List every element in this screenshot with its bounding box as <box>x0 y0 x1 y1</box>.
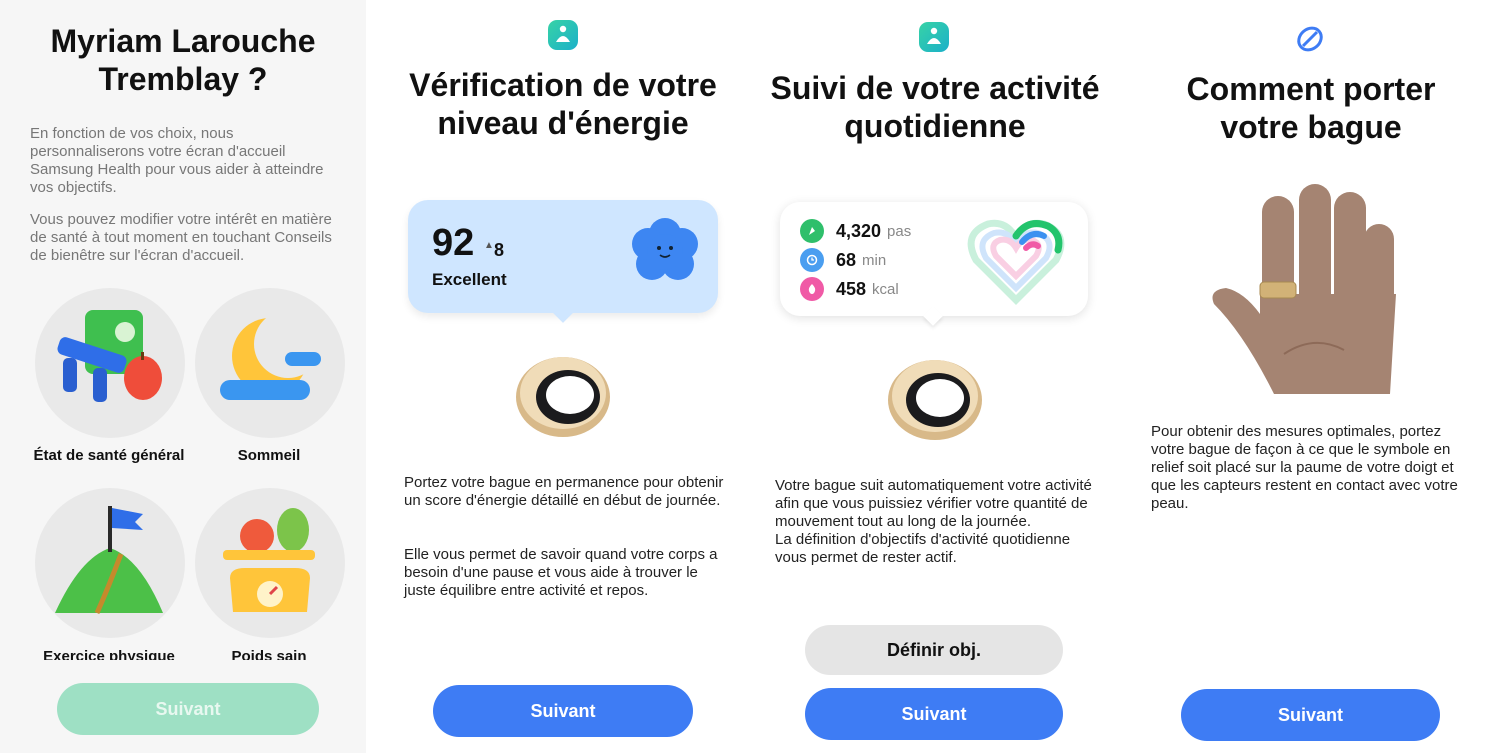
energy-mascot-icon <box>628 214 702 293</box>
page-title: Suivi de votre activité quotidienne <box>770 70 1100 144</box>
ring-image <box>508 345 618 450</box>
set-goal-button[interactable]: Définir obj. <box>805 625 1063 675</box>
stat-calories: 458 kcal <box>800 276 899 302</box>
stat-minutes: 68 min <box>800 247 886 273</box>
clock-icon <box>800 248 824 272</box>
category-label: État de santé général <box>33 447 185 464</box>
minutes-value: 68 <box>836 249 857 270</box>
steps-icon <box>800 219 824 243</box>
minutes-unit: min <box>862 251 887 269</box>
intro-text: En fonction de vos choix, nous personnal… <box>30 125 324 196</box>
next-button[interactable]: Suivant <box>805 688 1063 740</box>
page-title: Vérification de votre niveau d'énergie <box>409 67 717 141</box>
steps-unit: pas <box>887 222 912 240</box>
samsung-health-icon <box>919 22 949 52</box>
description-text-2: Elle vous permet de savoir quand votre c… <box>404 546 718 599</box>
samsung-health-icon <box>548 20 578 50</box>
energy-screen: Vérification de votre niveau d'énergie 9… <box>378 0 748 753</box>
sleep-illustration <box>195 288 345 438</box>
next-button[interactable]: Suivant <box>1181 689 1440 741</box>
stat-steps: 4,320 pas <box>800 218 911 244</box>
calories-value: 458 <box>836 278 867 299</box>
page-title: Myriam Larouche Tremblay ? <box>50 23 316 97</box>
description-text: Votre bague suit automatiquement votre a… <box>775 477 1092 566</box>
page-title: Comment porter votre bague <box>1186 71 1436 145</box>
hand-illustration <box>1204 184 1404 401</box>
category-label: Sommeil <box>237 447 301 464</box>
wear-ring-screen: Comment porter votre bague Pour obtenir … <box>1122 0 1500 753</box>
calories-unit: kcal <box>872 280 899 298</box>
activity-heart-rings <box>966 214 1066 311</box>
ring-image <box>880 348 990 453</box>
description-text: Portez votre bague en permanence pour ob… <box>404 474 724 509</box>
healthy-weight-illustration <box>195 488 345 638</box>
next-button-disabled[interactable]: Suivant <box>57 683 319 735</box>
energy-delta: 8 <box>494 240 505 260</box>
description-text: Pour obtenir des mesures optimales, port… <box>1151 423 1458 512</box>
next-button[interactable]: Suivant <box>433 685 693 737</box>
interest-selection-screen: Myriam Larouche Tremblay ? En fonction d… <box>0 0 366 753</box>
general-health-illustration <box>35 288 185 438</box>
hint-text: Vous pouvez modifier votre intérêt en ma… <box>30 211 332 264</box>
exercise-illustration <box>35 488 185 638</box>
energy-score-card: 92 ▲ 8 Excellent <box>408 200 718 313</box>
activity-screen: Suivi de votre activité quotidienne 4,32… <box>750 0 1120 753</box>
activity-summary-card: 4,320 pas 68 min 458 kcal <box>780 202 1088 316</box>
energy-rating: Excellent <box>432 270 507 289</box>
ring-brand-icon <box>1295 24 1325 59</box>
flame-icon <box>800 277 824 301</box>
steps-value: 4,320 <box>836 220 882 241</box>
up-arrow-icon: ▲ <box>484 240 494 251</box>
energy-score: 92 <box>432 222 475 264</box>
